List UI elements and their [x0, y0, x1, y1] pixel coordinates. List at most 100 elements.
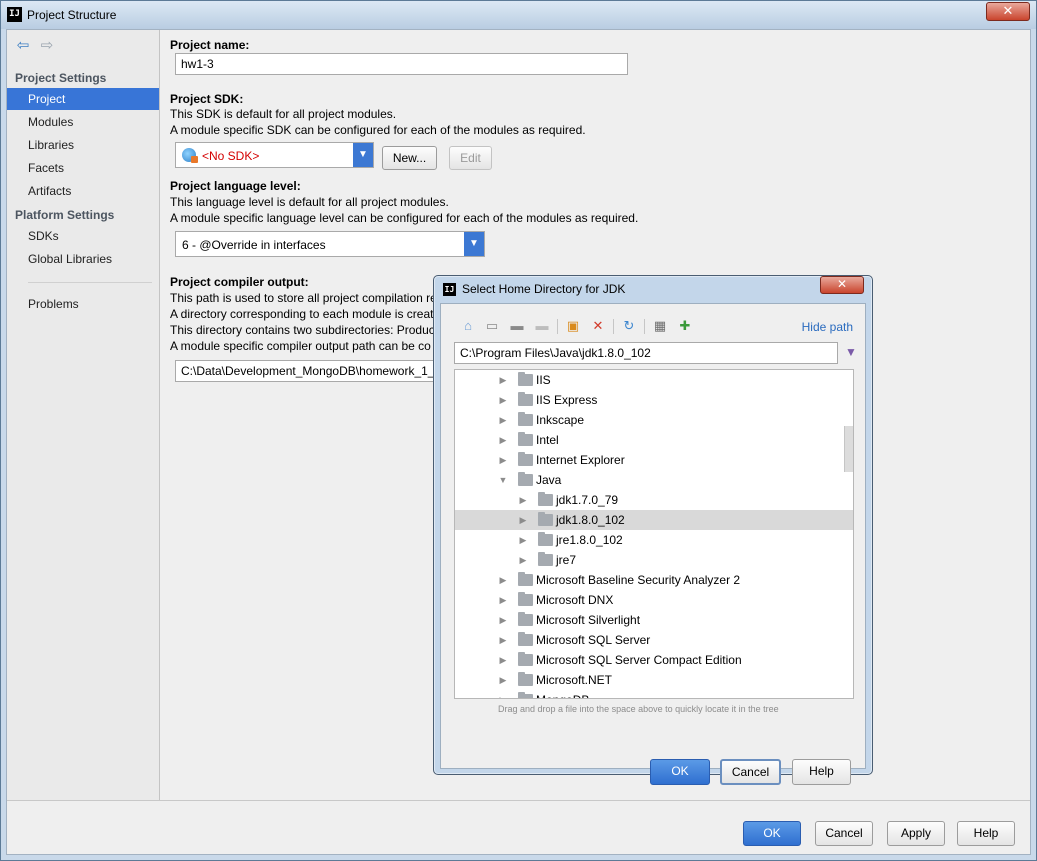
ok-button[interactable]: OK: [743, 821, 801, 846]
new-folder-icon[interactable]: ▣: [564, 318, 582, 334]
delete-icon[interactable]: ✕: [589, 318, 607, 334]
sdk-description-2: A module specific SDK can be configured …: [170, 123, 586, 137]
sidebar-item-project[interactable]: Project: [7, 88, 159, 110]
tree-row[interactable]: ▶ jdk1.7.0_79: [455, 490, 853, 510]
sdk-select[interactable]: <No SDK> ▼: [175, 142, 374, 168]
expand-arrow-right-icon[interactable]: ▶: [498, 430, 508, 450]
back-arrow-icon[interactable]: ⇦: [14, 38, 32, 54]
language-level-label: Project language level:: [170, 179, 301, 193]
sidebar-item-facets[interactable]: Facets: [7, 157, 159, 179]
sdk-edit-button[interactable]: Edit: [449, 146, 492, 170]
tree-row[interactable]: ▶ IIS Express: [455, 390, 853, 410]
tree-row[interactable]: ▶ MongoDB: [455, 690, 853, 698]
dialog-body: ⌂ ▭ ▬ ▬ ▣ ✕ ↻ ▦ ✚ Hide path C:\Program F…: [440, 303, 866, 785]
expand-arrow-right-icon[interactable]: ▶: [518, 490, 528, 510]
expand-arrow-right-icon[interactable]: ▶: [518, 550, 528, 570]
tree-row[interactable]: ▶ Microsoft Silverlight: [455, 610, 853, 630]
tree-row[interactable]: ▶ jdk1.8.0_102: [455, 510, 853, 530]
sdk-new-button[interactable]: New...: [382, 146, 437, 170]
expand-arrow-right-icon[interactable]: ▶: [498, 590, 508, 610]
tree-item-label: jre7: [556, 553, 577, 567]
toolbar-separator: [557, 319, 558, 334]
sidebar-item-modules[interactable]: Modules: [7, 111, 159, 133]
dialog-help-button[interactable]: Help: [792, 759, 851, 785]
path-input[interactable]: C:\Program Files\Java\jdk1.8.0_102: [454, 342, 838, 364]
sidebar-item-global-libraries[interactable]: Global Libraries: [7, 248, 159, 270]
tree-item-label: Microsoft Silverlight: [536, 613, 641, 627]
expand-arrow-right-icon[interactable]: ▶: [498, 610, 508, 630]
expand-arrow-down-icon[interactable]: ▼: [498, 470, 508, 490]
tree-item-label: Inkscape: [536, 413, 585, 427]
intellij-icon: IJ: [7, 7, 22, 22]
tree-row[interactable]: ▶ Microsoft SQL Server Compact Edition: [455, 650, 853, 670]
language-level-select[interactable]: 6 - @Override in interfaces ▼: [175, 231, 485, 257]
home-icon[interactable]: ⌂: [459, 318, 477, 334]
show-hidden-files-icon[interactable]: ▦: [651, 318, 669, 334]
expand-arrow-right-icon[interactable]: ▶: [518, 510, 528, 530]
expand-arrow-right-icon[interactable]: ▶: [498, 670, 508, 690]
tree-row[interactable]: ▶ jre1.8.0_102: [455, 530, 853, 550]
tree-row[interactable]: ▶ Inkscape: [455, 410, 853, 430]
cancel-button[interactable]: Cancel: [815, 821, 873, 846]
hide-path-link[interactable]: Hide path: [802, 320, 853, 334]
compiler-description-4: A module specific compiler output path c…: [170, 339, 431, 353]
dialog-close-button[interactable]: ✕: [820, 276, 864, 294]
tree-scrollbar[interactable]: [844, 426, 853, 472]
tree-row[interactable]: ▶ IIS: [455, 370, 853, 390]
expand-arrow-right-icon[interactable]: ▶: [498, 630, 508, 650]
folder-icon: [518, 692, 533, 698]
expand-arrow-right-icon[interactable]: ▶: [498, 410, 508, 430]
project-folder-icon[interactable]: ▬: [508, 318, 526, 334]
forward-arrow-icon[interactable]: ⇨: [38, 38, 56, 54]
apply-button[interactable]: Apply: [887, 821, 945, 846]
tree-row[interactable]: ▼ Java: [455, 470, 853, 490]
sidebar-item-libraries[interactable]: Libraries: [7, 134, 159, 156]
folder-icon: [518, 592, 533, 606]
window-title: Project Structure: [27, 8, 117, 22]
sidebar-item-problems[interactable]: Problems: [7, 293, 159, 315]
expand-arrow-right-icon[interactable]: ▶: [498, 690, 508, 698]
tree-row[interactable]: ▶ Intel: [455, 430, 853, 450]
expand-arrow-right-icon[interactable]: ▶: [498, 390, 508, 410]
tree-row[interactable]: ▶ jre7: [455, 550, 853, 570]
new-module-icon[interactable]: ✚: [676, 318, 694, 334]
dialog-cancel-button[interactable]: Cancel: [720, 759, 781, 785]
tree-item-label: Microsoft Baseline Security Analyzer 2: [536, 573, 741, 587]
tree-row[interactable]: ▶ Microsoft SQL Server: [455, 630, 853, 650]
tree-item-label: Microsoft.NET: [536, 673, 613, 687]
chevron-down-icon[interactable]: ▼: [353, 143, 373, 167]
chevron-down-icon[interactable]: ▼: [464, 232, 484, 256]
tree-item-label: jre1.8.0_102: [556, 533, 623, 547]
sidebar-divider: [28, 282, 152, 283]
project-name-input[interactable]: hw1-3: [175, 53, 628, 75]
expand-arrow-right-icon[interactable]: ▶: [498, 570, 508, 590]
project-name-label: Project name:: [170, 38, 250, 52]
tree-row[interactable]: ▶ Microsoft DNX: [455, 590, 853, 610]
directory-tree[interactable]: ▶ MongoDB ▶ Microsoft.NET ▶ Microsoft SQL Ser…: [454, 369, 854, 699]
sidebar-item-sdks[interactable]: SDKs: [7, 225, 159, 247]
tree-row[interactable]: ▶ Microsoft.NET: [455, 670, 853, 690]
expand-arrow-right-icon[interactable]: ▶: [498, 370, 508, 390]
expand-arrow-right-icon[interactable]: ▶: [498, 450, 508, 470]
title-bar: IJ Project Structure ✕: [1, 1, 1036, 29]
folder-icon: [518, 672, 533, 686]
folder-icon: [518, 612, 533, 626]
expand-arrow-right-icon[interactable]: ▶: [498, 650, 508, 670]
project-sdk-label: Project SDK:: [170, 92, 244, 106]
sidebar-item-artifacts[interactable]: Artifacts: [7, 180, 159, 202]
compiler-output-input[interactable]: C:\Data\Development_MongoDB\homework_1_: [175, 360, 440, 382]
folder-icon: [518, 652, 533, 666]
desktop-icon[interactable]: ▭: [483, 318, 501, 334]
tree-row[interactable]: ▶ Internet Explorer: [455, 450, 853, 470]
window-close-button[interactable]: ✕: [986, 2, 1030, 21]
path-history-icon[interactable]: ▼: [844, 345, 858, 361]
module-folder-icon[interactable]: ▬: [533, 318, 551, 334]
folder-icon: [518, 392, 533, 406]
help-button[interactable]: Help: [957, 821, 1015, 846]
tree-item-label: Intel: [536, 433, 559, 447]
refresh-icon[interactable]: ↻: [620, 318, 638, 334]
expand-arrow-right-icon[interactable]: ▶: [518, 530, 528, 550]
tree-row[interactable]: ▶ Microsoft Baseline Security Analyzer 2: [455, 570, 853, 590]
compiler-description-1: This path is used to store all project c…: [170, 291, 437, 305]
dialog-ok-button[interactable]: OK: [650, 759, 710, 785]
